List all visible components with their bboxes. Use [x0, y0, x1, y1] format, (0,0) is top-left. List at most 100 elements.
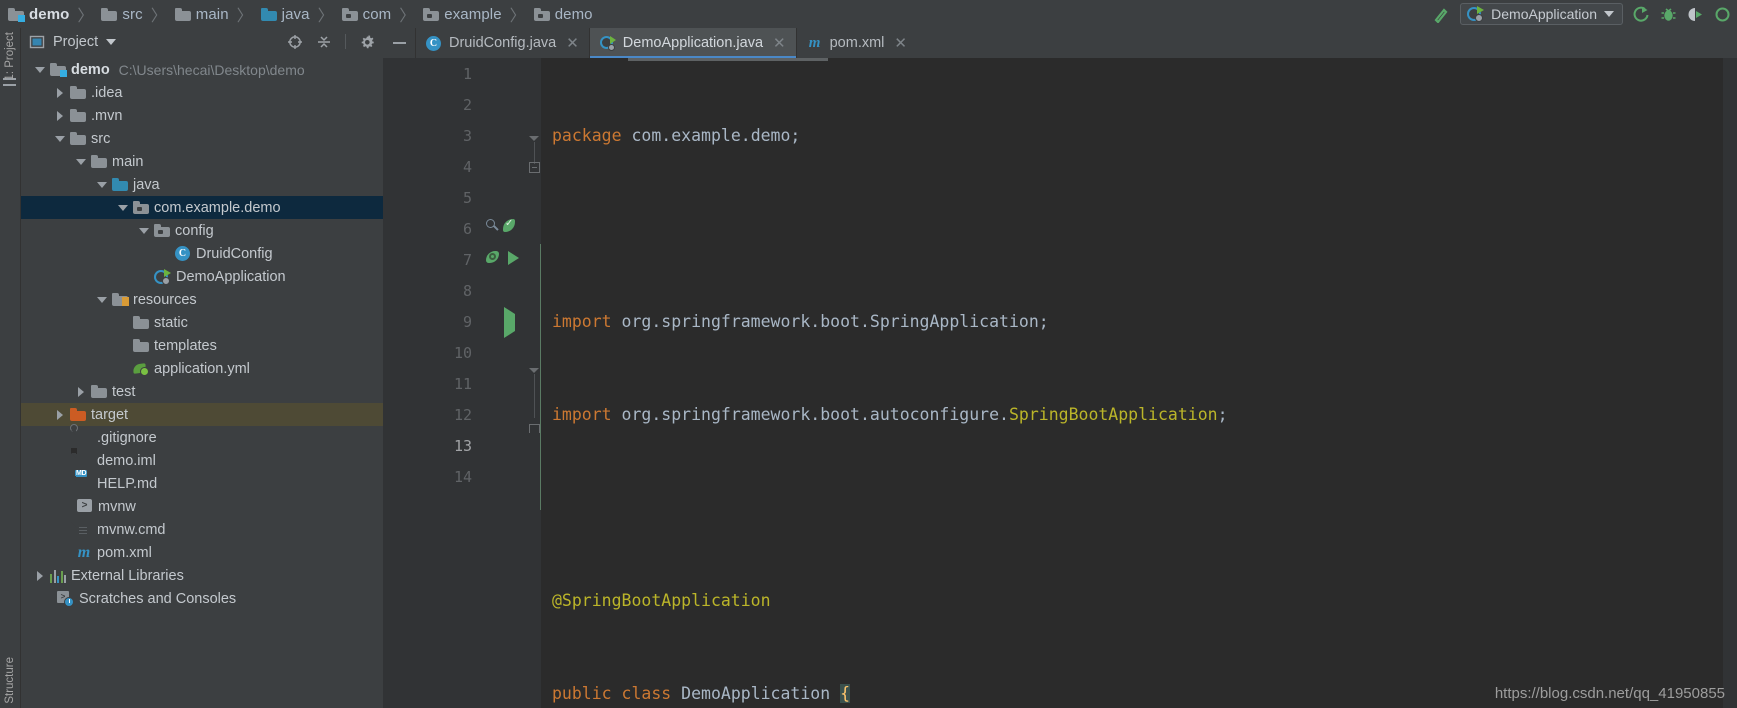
tree-row-config[interactable]: config: [21, 219, 383, 242]
cmd-script-icon: [76, 522, 92, 538]
chevron-down-icon: [1604, 11, 1614, 17]
close-icon[interactable]: ✕: [894, 36, 907, 51]
folder-icon: [70, 109, 86, 122]
tree-row-mvnw-cmd[interactable]: mvnw.cmd: [21, 518, 383, 541]
scroll-from-source-icon[interactable]: [287, 34, 303, 50]
spring-boot-class-icon[interactable]: [486, 250, 501, 265]
run-configuration-selector[interactable]: DemoApplication: [1460, 3, 1623, 25]
tree-row-gitignore[interactable]: .gitignore: [21, 423, 383, 449]
close-icon[interactable]: ✕: [566, 36, 579, 51]
breadcrumb-item-example[interactable]: example: [421, 0, 503, 28]
chevron-right-icon[interactable]: [76, 386, 88, 398]
tree-row-target[interactable]: target: [21, 403, 383, 426]
run-icon[interactable]: [1633, 6, 1650, 23]
code-folding-gutter[interactable]: [528, 58, 542, 708]
tab-demoapplication-java[interactable]: DemoApplication.java ✕: [588, 28, 796, 58]
maven-file-icon: m: [77, 543, 91, 561]
chevron-down-icon[interactable]: [97, 294, 109, 306]
tree-label: test: [112, 383, 136, 400]
tree-row-mvnw[interactable]: > mvnw: [21, 495, 383, 518]
toolbar-actions: DemoApplication: [1433, 0, 1731, 28]
run-with-coverage-icon[interactable]: [1687, 6, 1704, 23]
chevron-down-icon[interactable]: [97, 179, 109, 191]
collapse-all-icon[interactable]: [316, 34, 332, 50]
breadcrumb-item-com[interactable]: com: [340, 0, 394, 28]
more-icon[interactable]: [1714, 6, 1731, 23]
tree-row-scratches-and-consoles[interactable]: > Scratches and Consoles: [21, 587, 383, 610]
chevron-right-icon[interactable]: [55, 110, 67, 122]
tree-row-java[interactable]: java: [21, 173, 383, 196]
tree-row-demoapplication[interactable]: DemoApplication: [21, 265, 383, 288]
chevron-down-icon[interactable]: [106, 38, 117, 45]
chevron-down-icon[interactable]: [76, 156, 88, 168]
chevron-down-icon[interactable]: [55, 133, 67, 145]
tree-row-resources[interactable]: resources: [21, 288, 383, 311]
breadcrumb-item-java[interactable]: java: [259, 0, 312, 28]
run-icon[interactable]: [504, 307, 515, 338]
tree-row-com-example-demo[interactable]: com.example.demo: [21, 196, 383, 219]
hammer-icon[interactable]: [1433, 6, 1450, 24]
tree-row-test[interactable]: test: [21, 380, 383, 403]
tool-window-project[interactable]: 1: Project: [4, 32, 16, 81]
tree-row-application-yml[interactable]: application.yml: [21, 357, 383, 380]
bean-search-icon[interactable]: [486, 218, 500, 233]
gutter-icons-area[interactable]: ✓: [480, 58, 528, 708]
code-text[interactable]: package com.example.demo; import org.spr…: [542, 58, 1737, 708]
intellij-idea-window: demo 〉 src 〉 main 〉 java 〉 com 〉 example…: [0, 0, 1737, 708]
breadcrumb-item-demo-module[interactable]: demo: [6, 0, 71, 28]
tree-row-external-libraries[interactable]: External Libraries: [21, 564, 383, 587]
breadcrumb-label: com: [362, 5, 392, 23]
code-line-4: import org.springframework.boot.autoconf…: [552, 405, 1228, 424]
gear-icon[interactable]: [359, 34, 375, 50]
editor-scrollbar[interactable]: [1723, 58, 1737, 708]
chevron-right-icon[interactable]: [55, 87, 67, 99]
project-tree[interactable]: demo C:\Users\hecai\Desktop\demo .idea .…: [21, 55, 383, 708]
debug-icon[interactable]: [1660, 6, 1677, 23]
code-line-3: import org.springframework.boot.SpringAp…: [552, 312, 1049, 331]
tree-row-idea[interactable]: .idea: [21, 81, 383, 104]
chevron-right-icon[interactable]: [35, 570, 47, 582]
tab-pom-xml[interactable]: m pom.xml ✕: [795, 28, 917, 58]
chevron-right-icon[interactable]: [55, 409, 67, 421]
tree-row-demo[interactable]: demo C:\Users\hecai\Desktop\demo: [21, 58, 383, 81]
tree-row-static[interactable]: static: [21, 311, 383, 334]
fold-region-end-icon[interactable]: [529, 424, 540, 433]
fold-region-collapse-icon[interactable]: [529, 162, 540, 173]
breadcrumb-item-main[interactable]: main: [173, 0, 231, 28]
breadcrumb-item-src[interactable]: src: [99, 0, 144, 28]
tree-row-mvn[interactable]: .mvn: [21, 104, 383, 127]
hide-panel-icon[interactable]: [383, 28, 415, 58]
fold-region-start-icon[interactable]: [529, 368, 539, 373]
spring-boot-icon: [1467, 6, 1485, 22]
tree-row-main[interactable]: main: [21, 150, 383, 173]
tab-druidconfig-java[interactable]: C DruidConfig.java ✕: [415, 28, 589, 58]
run-icon[interactable]: [508, 250, 519, 265]
tree-label: .mvn: [91, 107, 123, 124]
spring-bean-check-icon[interactable]: ✓: [502, 218, 517, 233]
tree-row-src[interactable]: src: [21, 127, 383, 150]
folder-excluded-icon: [70, 408, 86, 421]
breadcrumb-label: example: [444, 5, 502, 23]
tree-row-druidconfig[interactable]: C DruidConfig: [21, 242, 383, 265]
close-icon[interactable]: ✕: [773, 36, 786, 51]
tree-row-help-md[interactable]: MD HELP.md: [21, 469, 383, 495]
tree-label: templates: [154, 337, 217, 354]
maven-file-icon: m: [808, 34, 821, 51]
tree-row-demo-iml[interactable]: demo.iml: [21, 447, 383, 472]
tool-window-structure[interactable]: Structure: [4, 657, 16, 704]
line-number: 5: [462, 188, 472, 207]
breadcrumb-separator: 〉: [77, 8, 94, 25]
fold-region-start-icon[interactable]: [529, 136, 539, 141]
chevron-down-icon[interactable]: [118, 202, 130, 214]
breadcrumb-separator: 〉: [150, 8, 167, 25]
current-block-indicator: [540, 244, 541, 510]
breadcrumb-label: demo: [554, 5, 593, 23]
tree-row-templates[interactable]: templates: [21, 334, 383, 357]
chevron-down-icon[interactable]: [35, 64, 47, 76]
code-editor[interactable]: 1 2 3 4 5 6 7 8 9 10 11 12 13 14 ✓ packa…: [383, 58, 1737, 708]
folder-icon: [91, 385, 107, 398]
breadcrumb-item-demo-package[interactable]: demo: [532, 0, 595, 28]
chevron-down-icon[interactable]: [139, 225, 151, 237]
spring-yaml-icon: [132, 361, 149, 376]
tree-row-pom-xml[interactable]: m pom.xml: [21, 541, 383, 564]
